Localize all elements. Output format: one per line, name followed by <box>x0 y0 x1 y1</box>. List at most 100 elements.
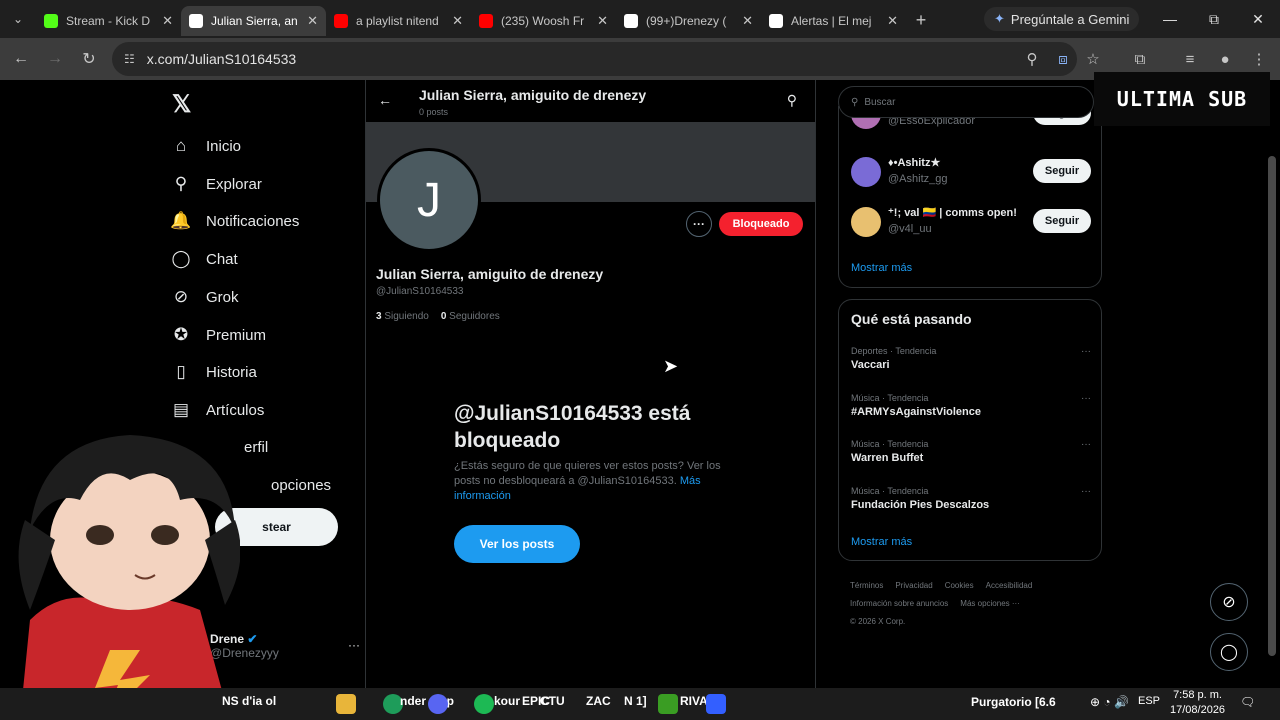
show-more-trends-link[interactable]: Mostrar más <box>851 536 912 548</box>
tab-close-icon[interactable]: ✕ <box>742 13 753 29</box>
scrollbar[interactable] <box>1268 156 1276 656</box>
gemini-button[interactable]: ✦ Pregúntale a Gemini <box>984 7 1140 31</box>
search-icon[interactable]: ⚲ <box>787 92 797 109</box>
trend-more-icon[interactable]: ··· <box>1081 393 1091 404</box>
nav-item[interactable]: 🔔 Notificaciones <box>170 207 299 235</box>
taskbar-item[interactable]: CTU <box>540 694 565 708</box>
more-options-button[interactable]: ··· <box>686 211 712 237</box>
taskbar-item[interactable]: N 1] <box>624 694 647 708</box>
browser-tab[interactable]: (99+)Drenezy (✕ <box>616 6 761 36</box>
trending-panel: Qué está pasando Deportes · Tendencia Vac… <box>838 299 1102 561</box>
footer-link[interactable]: Más opciones ··· <box>960 599 1020 608</box>
footer-link[interactable]: Términos <box>850 581 883 590</box>
browser-tab[interactable]: (235) Woosh Fr ✕ <box>471 6 616 36</box>
account-more-icon[interactable]: ··· <box>348 638 360 652</box>
tab-label: Stream - Kick D <box>66 14 151 28</box>
profile-avatar-icon[interactable]: ● <box>1208 42 1242 76</box>
footer-link[interactable]: Información sobre anuncios <box>850 599 948 608</box>
follow-suggestion[interactable]: ⁺!; val 🇨🇴 | comms open! @v4l_uu Seguir <box>851 204 1091 240</box>
browser-menu-icon[interactable]: ⋮ <box>1242 42 1276 76</box>
footer-link[interactable]: Accesibilidad <box>986 581 1033 590</box>
grok-fab-icon[interactable]: ⊘ <box>1210 583 1248 621</box>
trend-item[interactable]: Música · Tendencia #ARMYsAgainstViolence ·… <box>851 393 1091 418</box>
footer-link[interactable]: Privacidad <box>895 581 932 590</box>
tab-search-button[interactable]: ⌄ <box>0 0 36 38</box>
trend-meta: Música · Tendencia <box>851 393 929 403</box>
mouse-cursor-icon: ➤ <box>663 356 679 376</box>
spotify-icon[interactable] <box>474 694 494 714</box>
divider <box>815 80 816 688</box>
tab-label: a playlist nitend <box>356 14 439 28</box>
minecraft-icon[interactable] <box>658 694 678 714</box>
browser-tab[interactable]: Alertas | El mej ✕ <box>761 6 906 36</box>
chat-fab-icon[interactable]: ◯ <box>1210 633 1248 671</box>
nav-item[interactable]: ⌂ Inicio <box>170 132 241 160</box>
restore-button[interactable]: ⧉ <box>1192 0 1236 38</box>
taskbar-item[interactable]: kour <box>494 694 520 708</box>
reload-button[interactable]: ↻ <box>72 42 106 76</box>
browser-tab[interactable]: Stream - Kick D ✕ <box>36 6 181 36</box>
nav-item[interactable]: ⊘ Grok <box>170 283 239 311</box>
url-bar[interactable]: ☷ x.com/JulianS10164533 <box>112 42 1077 76</box>
streamer-avatar-image <box>18 435 240 720</box>
back-arrow-icon[interactable]: ← <box>378 92 392 108</box>
trend-more-icon[interactable]: ··· <box>1081 486 1091 497</box>
nav-item[interactable]: ✪ Premium <box>170 321 266 349</box>
trend-more-icon[interactable]: ··· <box>1081 439 1091 450</box>
roblox-icon[interactable] <box>706 694 726 714</box>
new-tab-button[interactable]: + <box>906 5 936 35</box>
nav-item[interactable]: ▯ Historia <box>170 358 257 386</box>
tab-close-icon[interactable]: ✕ <box>597 13 608 29</box>
close-window-button[interactable]: ✕ <box>1236 0 1280 38</box>
avatar[interactable] <box>851 207 881 237</box>
search-input[interactable]: ⚲ Buscar <box>838 86 1094 118</box>
extensions-icon[interactable]: ⧉ <box>1123 42 1157 76</box>
footer-link[interactable]: © 2026 X Corp. <box>850 617 905 626</box>
show-more-follow-link[interactable]: Mostrar más <box>851 262 912 274</box>
avatar[interactable] <box>851 157 881 187</box>
trend-item[interactable]: Música · Tendencia Warren Buffet ··· <box>851 439 1091 464</box>
media-title[interactable]: Purgatorio [6.6 <box>971 695 1056 709</box>
trend-item[interactable]: Música · Tendencia Fundación Pies Descalz… <box>851 486 1091 511</box>
notification-icon[interactable]: 🗨 <box>1240 695 1255 709</box>
tab-label: (235) Woosh Fr <box>501 14 585 28</box>
articles-icon: ▤ <box>172 400 190 419</box>
trend-item[interactable]: Deportes · Tendencia Vaccari ··· <box>851 346 1091 371</box>
browser-tab[interactable]: Julian Sierra, an ✕ <box>181 6 326 36</box>
back-button[interactable]: ← <box>4 42 38 76</box>
following-link[interactable]: 3 Siguiendo <box>376 311 429 322</box>
nav-item[interactable]: opciones <box>235 471 331 499</box>
x-logo-icon[interactable]: 𝕏 <box>172 90 191 119</box>
follow-button[interactable]: Seguir <box>1033 159 1091 183</box>
nav-item[interactable]: ⚲ Explorar <box>170 170 262 198</box>
blocked-button[interactable]: Bloqueado <box>719 212 803 236</box>
media-control-icon[interactable]: ≡ <box>1173 42 1207 76</box>
browser-tab[interactable]: a playlist nitend ✕ <box>326 6 471 36</box>
language-indicator[interactable]: ESP <box>1138 695 1160 707</box>
follow-suggestion[interactable]: ♦•Ashitz★ @Ashitz_gg Seguir <box>851 154 1091 190</box>
site-info-icon[interactable]: ☷ <box>124 52 135 66</box>
file-explorer-icon[interactable] <box>336 694 356 714</box>
install-app-icon[interactable]: ⧈ <box>1046 42 1080 76</box>
tab-close-icon[interactable]: ✕ <box>162 13 173 29</box>
profile-avatar[interactable]: J <box>377 148 481 252</box>
taskbar-item[interactable]: RIVA <box>680 694 708 708</box>
tab-close-icon[interactable]: ✕ <box>887 13 898 29</box>
bookmark-star-icon[interactable]: ☆ <box>1076 42 1110 76</box>
forward-button[interactable]: → <box>38 42 72 76</box>
clock[interactable]: 7:58 p. m. 17/08/2026 <box>1170 688 1225 718</box>
see-posts-button[interactable]: Ver los posts <box>454 525 580 563</box>
tab-close-icon[interactable]: ✕ <box>307 13 318 29</box>
footer-link[interactable]: Cookies <box>945 581 974 590</box>
minimize-button[interactable]: — <box>1148 0 1192 38</box>
follow-button[interactable]: Seguir <box>1033 209 1091 233</box>
followers-link[interactable]: 0 Seguidores <box>441 311 500 322</box>
trend-more-icon[interactable]: ··· <box>1081 346 1091 357</box>
zoom-icon[interactable]: ⚲ <box>1015 42 1049 76</box>
taskbar-item[interactable]: NS d'ia ol <box>222 694 276 708</box>
taskbar-item[interactable]: ZAC <box>586 694 611 708</box>
nav-item[interactable]: ◯ Chat <box>170 245 237 273</box>
tab-close-icon[interactable]: ✕ <box>452 13 463 29</box>
discord-icon[interactable] <box>428 694 448 714</box>
tray-icons[interactable]: ⊕ ◔ 🔊 <box>1090 695 1129 709</box>
